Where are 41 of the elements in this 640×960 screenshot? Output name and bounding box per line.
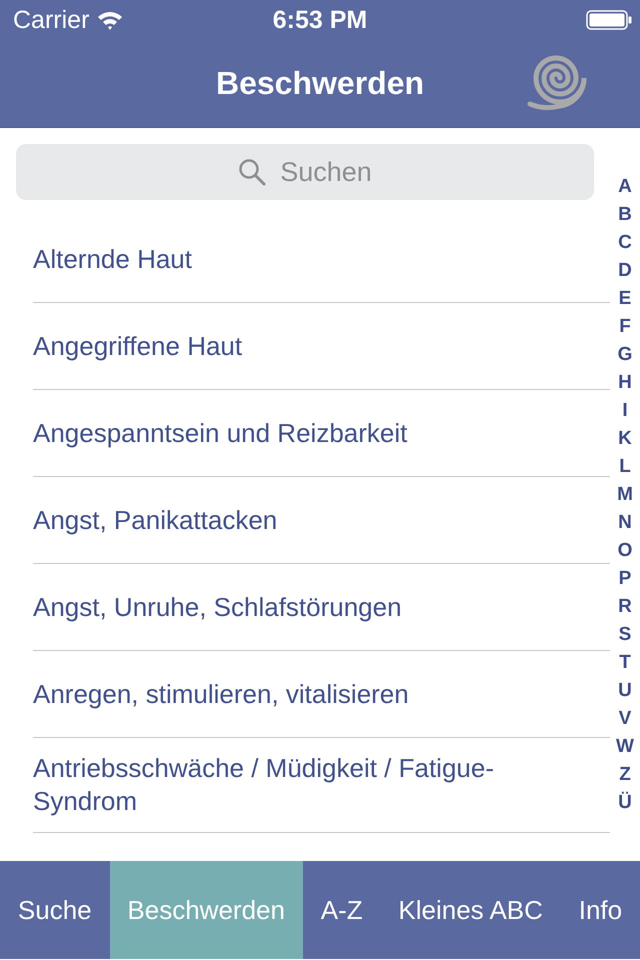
index-letter[interactable]: H [618, 368, 632, 396]
carrier-label: Carrier [13, 6, 90, 34]
index-letter[interactable]: Z [619, 760, 631, 788]
index-letter[interactable]: I [622, 396, 628, 424]
index-letter[interactable]: F [619, 312, 631, 340]
index-letter[interactable]: P [618, 564, 632, 592]
wifi-icon [97, 10, 124, 30]
time-label: 6:53 PM [272, 6, 368, 34]
list-item[interactable]: Alternde Haut [33, 216, 610, 303]
index-letter[interactable]: G [618, 340, 632, 368]
list-item[interactable]: Anregen, stimulieren, vitalisieren [33, 651, 610, 738]
tab[interactable]: Kleines ABC [380, 861, 561, 959]
index-letter[interactable]: A [618, 172, 632, 200]
index-letter[interactable]: N [618, 508, 632, 536]
index-letter[interactable]: L [619, 452, 631, 480]
index-letter[interactable]: M [617, 480, 633, 508]
index-letter[interactable]: B [618, 200, 632, 228]
index-letter[interactable]: E [618, 284, 632, 312]
index-letter[interactable]: C [618, 228, 632, 256]
list-item[interactable]: Angegriffene Haut [33, 303, 610, 390]
search-placeholder: Suchen [280, 156, 372, 188]
battery-icon [586, 10, 632, 30]
tab[interactable]: A-Z [302, 861, 381, 959]
index-letter[interactable]: U [618, 676, 632, 704]
list-item[interactable]: Antriebsschwäche / Müdigkeit / Fatigue-Syndrom [33, 738, 610, 833]
search-icon [238, 158, 266, 186]
index-letter[interactable]: Ü [618, 788, 632, 816]
tab[interactable]: Suche [0, 861, 110, 959]
index-letter[interactable]: D [618, 256, 632, 284]
list-item[interactable]: Angst, Unruhe, Schlafstörungen [33, 564, 610, 651]
list-item[interactable]: Angespanntsein und Reizbarkeit [33, 390, 610, 477]
index-letter[interactable]: V [618, 704, 632, 732]
index-letter[interactable]: W [616, 732, 634, 760]
index-letter[interactable]: S [618, 620, 632, 648]
index-letter[interactable]: O [618, 536, 632, 564]
index-letter[interactable]: K [618, 424, 632, 452]
tab[interactable]: Info [560, 861, 640, 959]
index-letter[interactable]: R [618, 592, 632, 620]
list-item[interactable]: Angst, Panikattacken [33, 477, 610, 564]
index-letter[interactable]: T [619, 648, 631, 676]
nav-title: Beschwerden [216, 65, 424, 102]
